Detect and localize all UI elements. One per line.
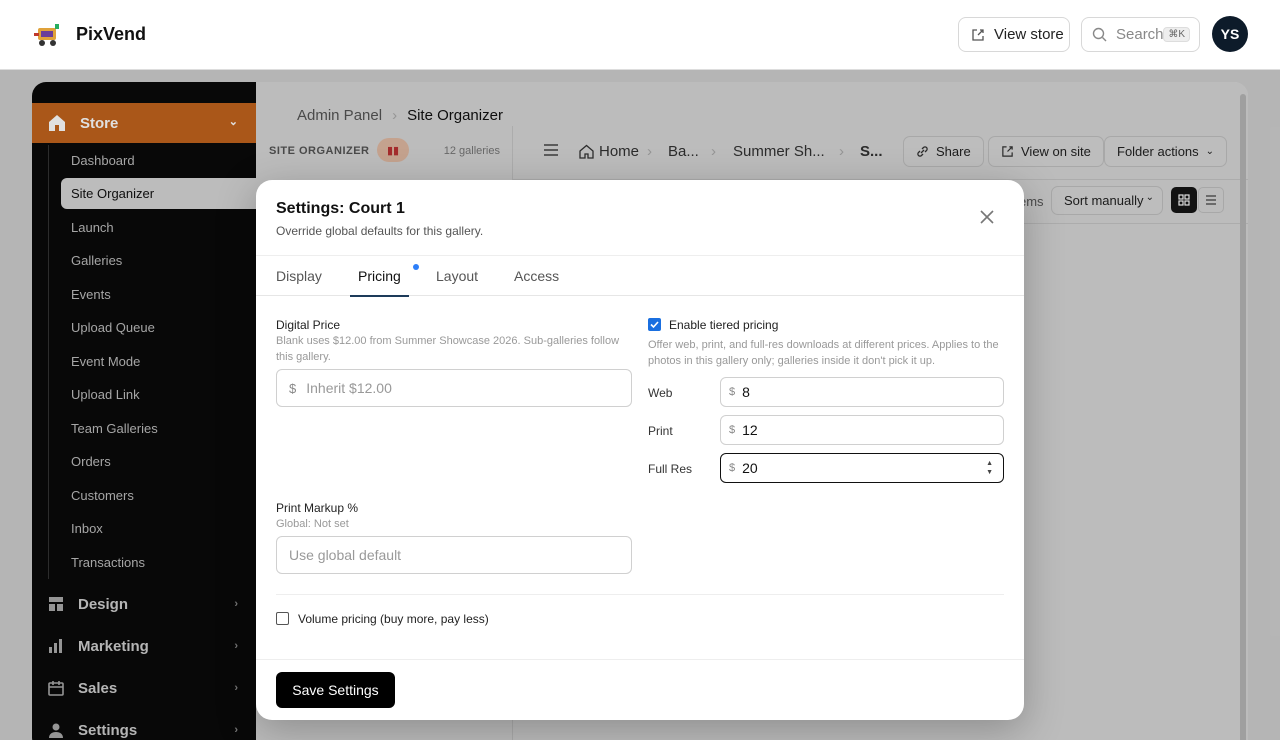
tab-pricing[interactable]: Pricing [358, 268, 401, 284]
print-markup-hint: Global: Not set [276, 518, 349, 530]
search-placeholder: Search [1116, 26, 1164, 43]
currency-symbol: $ [729, 386, 736, 398]
logo-icon [34, 24, 59, 46]
view-store-button[interactable]: View store [958, 17, 1070, 52]
currency-symbol: $ [729, 462, 736, 474]
settings-modal: Settings: Court 1 Override global defaul… [256, 180, 1024, 720]
digital-price-input[interactable]: $ Inherit $12.00 [276, 369, 632, 407]
search-input[interactable]: Search ⌘K [1081, 17, 1200, 52]
divider [276, 594, 1004, 595]
currency-symbol: $ [729, 424, 736, 436]
tier-fullres-input[interactable]: $ 20 ▲ ▼ [720, 453, 1004, 483]
search-shortcut: ⌘K [1163, 27, 1190, 42]
digital-price-label: Digital Price [276, 318, 341, 332]
tab-display[interactable]: Display [276, 268, 322, 284]
tier-web-label: Web [648, 386, 673, 400]
volume-pricing-label[interactable]: Volume pricing (buy more, pay less) [298, 612, 489, 626]
tiered-pricing-hint: Offer web, print, and full-res downloads… [648, 339, 999, 367]
modal-title: Settings: Court 1 [276, 200, 405, 217]
digital-price-hint: Blank uses $12.00 from Summer Showcase 2… [276, 335, 620, 363]
tab-access[interactable]: Access [514, 268, 559, 284]
print-markup-input[interactable]: Use global default [276, 536, 632, 574]
print-markup-placeholder: Use global default [289, 547, 402, 563]
save-settings-button[interactable]: Save Settings [276, 672, 395, 708]
tiered-pricing-label[interactable]: Enable tiered pricing [669, 318, 778, 332]
tier-print-value: 12 [742, 422, 758, 438]
currency-symbol: $ [289, 380, 297, 396]
tier-web-input[interactable]: $ 8 [720, 377, 1004, 407]
unsaved-dot [413, 264, 419, 270]
tab-layout[interactable]: Layout [436, 268, 478, 284]
avatar[interactable]: YS [1212, 16, 1248, 52]
brand-name[interactable]: PixVend [76, 24, 146, 45]
top-header: PixVend View store Search ⌘K YS [0, 0, 1280, 70]
tiered-pricing-checkbox[interactable] [648, 318, 661, 331]
view-store-label: View store [994, 26, 1064, 43]
search-icon [1092, 27, 1107, 42]
modal-tabs: Display Pricing Layout Access [256, 255, 1024, 297]
number-spinner-icon[interactable]: ▲ ▼ [986, 459, 993, 477]
volume-pricing-checkbox[interactable] [276, 612, 289, 625]
tier-web-value: 8 [742, 384, 750, 400]
print-markup-label: Print Markup % [276, 501, 359, 515]
external-edit-icon [972, 28, 984, 41]
modal-subtitle: Override global defaults for this galler… [276, 224, 484, 238]
tier-print-label: Print [648, 424, 673, 438]
check-icon [650, 321, 659, 329]
tier-print-input[interactable]: $ 12 [720, 415, 1004, 445]
active-tab-indicator [350, 295, 409, 297]
close-icon[interactable] [976, 206, 998, 228]
tier-fullres-label: Full Res [648, 462, 693, 476]
modal-footer: Save Settings [256, 659, 1024, 720]
digital-price-placeholder: Inherit $12.00 [306, 380, 392, 396]
tier-fullres-value: 20 [742, 460, 758, 476]
